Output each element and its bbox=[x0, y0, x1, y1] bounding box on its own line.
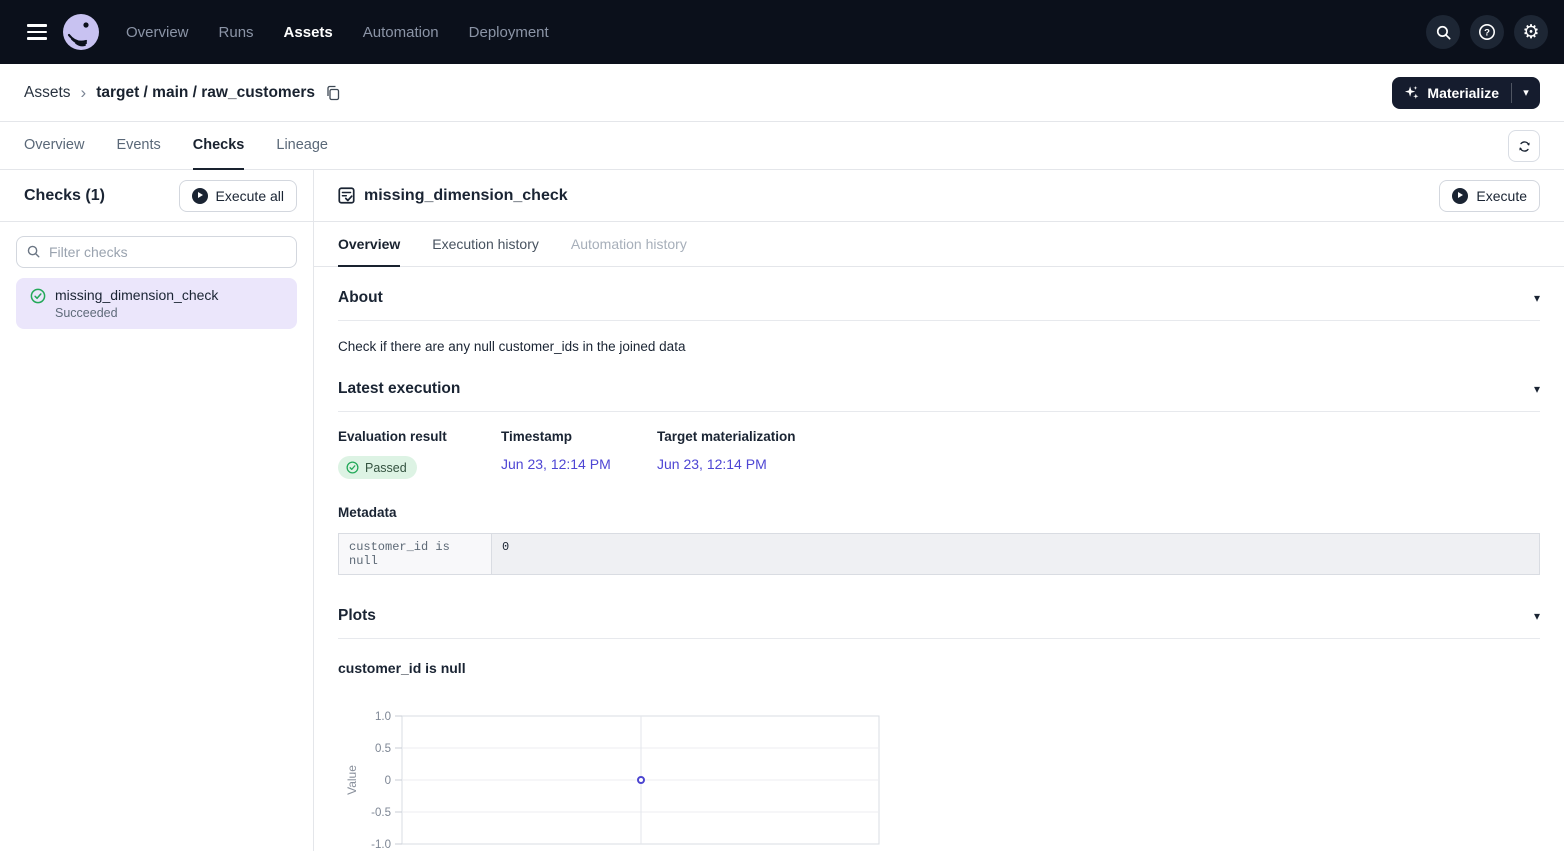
plot-title: customer_id is null bbox=[338, 660, 1540, 676]
check-success-icon bbox=[30, 288, 46, 304]
collapse-caret-icon[interactable]: ▾ bbox=[1534, 610, 1540, 622]
check-item-status: Succeeded bbox=[55, 306, 218, 320]
filter-checks-input[interactable] bbox=[16, 236, 297, 268]
target-materialization-header: Target materialization bbox=[657, 429, 796, 444]
check-description: Check if there are any null customer_ids… bbox=[338, 339, 1540, 354]
passed-badge: Passed bbox=[338, 456, 417, 479]
breadcrumb-asset-path[interactable]: target / main / raw_customers bbox=[96, 84, 315, 102]
materialize-button[interactable]: Materialize bbox=[1392, 77, 1511, 109]
metadata-row: customer_id is null 0 bbox=[339, 534, 1539, 574]
check-overview-body: About ▾ Check if there are any null cust… bbox=[314, 267, 1564, 851]
metadata-table: customer_id is null 0 bbox=[338, 533, 1540, 575]
check-detail-header: missing_dimension_check Execute bbox=[314, 170, 1564, 222]
about-heading: About bbox=[338, 289, 383, 307]
tab-events[interactable]: Events bbox=[116, 122, 160, 170]
svg-text:?: ? bbox=[1484, 28, 1490, 39]
metadata-key: customer_id is null bbox=[339, 534, 492, 574]
asset-tabs: Overview Events Checks Lineage bbox=[0, 122, 1564, 170]
metadata-heading: Metadata bbox=[338, 505, 1540, 520]
collapse-caret-icon[interactable]: ▾ bbox=[1534, 292, 1540, 304]
materialize-dropdown-button[interactable]: ▾ bbox=[1512, 77, 1540, 109]
execute-all-label: Execute all bbox=[216, 188, 284, 204]
execute-label: Execute bbox=[1476, 188, 1527, 204]
latest-execution-columns: Evaluation result Passed Timestamp bbox=[338, 429, 1540, 479]
checks-list-panel: missing_dimension_check Succeeded bbox=[0, 222, 313, 343]
filter-search-icon bbox=[26, 244, 41, 259]
latest-execution-section-header: Latest execution ▾ bbox=[338, 380, 1540, 412]
latest-execution-heading: Latest execution bbox=[338, 380, 460, 398]
tab-check-overview[interactable]: Overview bbox=[338, 222, 400, 267]
chart-y-tick: 0.5 bbox=[375, 743, 391, 755]
chart-y-tick: -0.5 bbox=[371, 807, 391, 819]
chart-y-tick: 0 bbox=[385, 775, 391, 787]
search-icon bbox=[1435, 24, 1452, 41]
nav-item-runs[interactable]: Runs bbox=[219, 24, 254, 41]
search-button[interactable] bbox=[1426, 15, 1460, 49]
tab-checks[interactable]: Checks bbox=[193, 122, 245, 170]
nav-item-overview[interactable]: Overview bbox=[126, 24, 189, 41]
execute-button[interactable]: Execute bbox=[1439, 180, 1540, 212]
plots-section-header: Plots ▾ bbox=[338, 607, 1540, 639]
copy-asset-path-button[interactable] bbox=[325, 85, 341, 101]
primary-nav: Overview Runs Assets Automation Deployme… bbox=[126, 24, 549, 41]
tab-automation-history[interactable]: Automation history bbox=[571, 222, 687, 267]
checks-sidebar: Checks (1) Execute all missing bbox=[0, 170, 314, 851]
metadata-value: 0 bbox=[492, 534, 1539, 574]
help-button[interactable]: ? bbox=[1470, 15, 1504, 49]
tab-lineage[interactable]: Lineage bbox=[276, 122, 328, 170]
breadcrumb-assets-link[interactable]: Assets bbox=[24, 84, 71, 102]
chart-y-axis-label: Value bbox=[345, 765, 359, 795]
checks-count-title: Checks (1) bbox=[24, 187, 105, 205]
materialize-split-button: Materialize ▾ bbox=[1392, 77, 1540, 109]
check-item-name: missing_dimension_check bbox=[55, 287, 218, 303]
nav-item-assets[interactable]: Assets bbox=[284, 24, 333, 41]
collapse-caret-icon[interactable]: ▾ bbox=[1534, 383, 1540, 395]
asset-check-icon bbox=[338, 187, 355, 204]
breadcrumb-bar: Assets › target / main / raw_customers M… bbox=[0, 64, 1564, 122]
settings-button[interactable]: ⚙ bbox=[1514, 15, 1548, 49]
checks-sidebar-header: Checks (1) Execute all bbox=[0, 170, 313, 222]
check-detail-panel: missing_dimension_check Execute Overview… bbox=[314, 170, 1564, 851]
passed-check-icon bbox=[346, 461, 359, 474]
play-icon bbox=[192, 188, 208, 204]
value-scatter-chart: Value 1.0 0.5 bbox=[338, 703, 1540, 851]
top-nav: Overview Runs Assets Automation Deployme… bbox=[0, 0, 1564, 64]
materialize-label: Materialize bbox=[1427, 85, 1499, 101]
plots-heading: Plots bbox=[338, 607, 376, 625]
content-area: Checks (1) Execute all missing bbox=[0, 170, 1564, 851]
evaluation-result-header: Evaluation result bbox=[338, 429, 501, 444]
dagster-logo-icon[interactable] bbox=[62, 13, 100, 51]
breadcrumb-separator-icon: › bbox=[81, 83, 87, 103]
execute-all-button[interactable]: Execute all bbox=[179, 180, 297, 212]
tab-execution-history[interactable]: Execution history bbox=[432, 222, 539, 267]
about-section-header: About ▾ bbox=[338, 289, 1540, 321]
check-detail-tabs: Overview Execution history Automation hi… bbox=[314, 222, 1564, 267]
copy-icon bbox=[325, 85, 341, 101]
hamburger-menu-icon[interactable] bbox=[20, 15, 54, 49]
timestamp-header: Timestamp bbox=[501, 429, 657, 444]
help-icon: ? bbox=[1478, 23, 1496, 41]
gear-icon: ⚙ bbox=[1522, 23, 1539, 42]
refresh-icon bbox=[1517, 139, 1532, 154]
chart-y-tick: -1.0 bbox=[371, 839, 391, 851]
chart-y-tick: 1.0 bbox=[375, 711, 391, 723]
passed-label: Passed bbox=[365, 461, 407, 475]
caret-down-icon: ▾ bbox=[1523, 86, 1529, 99]
check-title: missing_dimension_check bbox=[364, 187, 568, 205]
target-materialization-link[interactable]: Jun 23, 12:14 PM bbox=[657, 456, 767, 472]
nav-item-automation[interactable]: Automation bbox=[363, 24, 439, 41]
tab-overview[interactable]: Overview bbox=[24, 122, 84, 170]
play-icon bbox=[1452, 188, 1468, 204]
check-list-item[interactable]: missing_dimension_check Succeeded bbox=[16, 278, 297, 329]
chart-data-point bbox=[638, 777, 644, 783]
nav-item-deployment[interactable]: Deployment bbox=[469, 24, 549, 41]
refresh-button[interactable] bbox=[1508, 130, 1540, 162]
timestamp-link[interactable]: Jun 23, 12:14 PM bbox=[501, 456, 611, 472]
sparkle-icon bbox=[1404, 85, 1419, 100]
